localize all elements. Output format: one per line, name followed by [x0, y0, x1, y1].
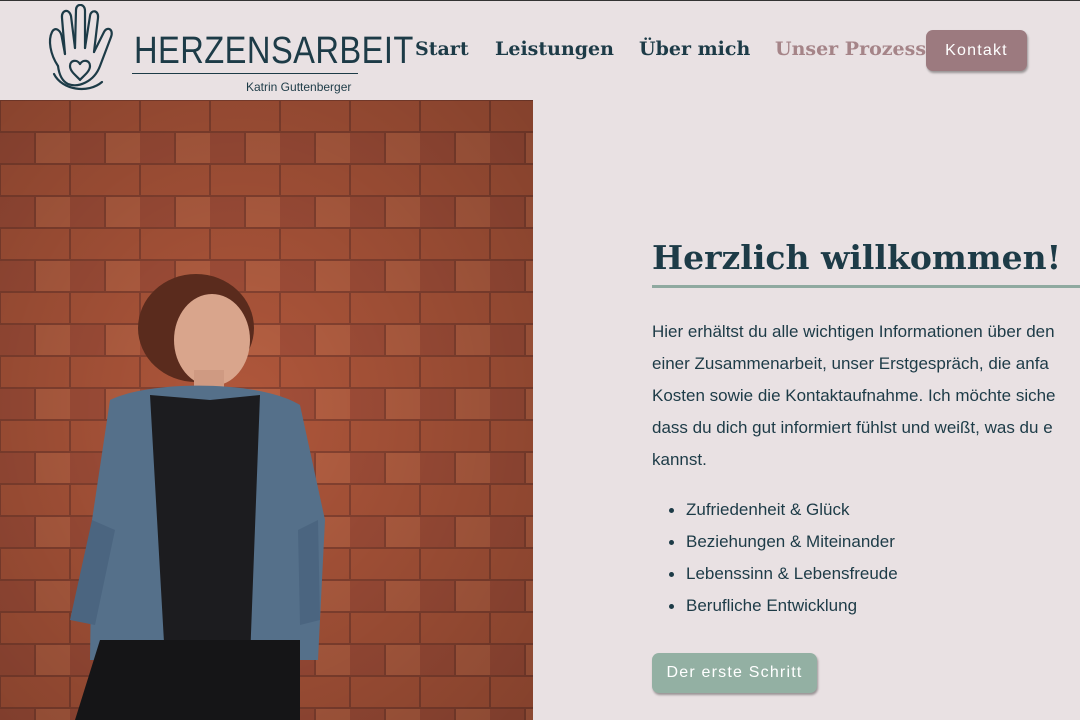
- intro-line: Kosten sowie die Kontaktaufnahme. Ich mö…: [652, 386, 1056, 405]
- list-item: Berufliche Entwicklung: [669, 590, 898, 622]
- site-header: HERZENSARBEIT Katrin Guttenberger Start …: [0, 0, 1080, 100]
- intro-line: Hier erhältst du alle wichtigen Informat…: [652, 322, 1055, 341]
- list-item: Zufriedenheit & Glück: [669, 494, 898, 526]
- nav-item-ueber-mich[interactable]: Über mich: [639, 38, 750, 60]
- nav-item-unser-prozess[interactable]: Unser Prozess: [775, 38, 926, 60]
- list-item: Beziehungen & Miteinander: [669, 526, 898, 558]
- first-step-button[interactable]: Der erste Schritt: [652, 653, 817, 693]
- list-item: Lebenssinn & Lebensfreude: [669, 558, 898, 590]
- intro-text: Hier erhältst du alle wichtigen Informat…: [652, 316, 1080, 476]
- hero-portrait-image: [0, 100, 533, 720]
- logo-subtitle: Katrin Guttenberger: [246, 80, 352, 94]
- nav-item-start[interactable]: Start: [415, 38, 469, 60]
- intro-line: dass du dich gut informiert fühlst und w…: [652, 418, 1053, 437]
- logo-divider: [132, 73, 358, 74]
- intro-line: kannst.: [652, 450, 707, 469]
- welcome-title: Herzlich willkommen!: [652, 238, 1062, 277]
- main-nav: Start Leistungen Über mich Unser Prozess: [0, 38, 1080, 64]
- nav-item-leistungen[interactable]: Leistungen: [495, 38, 614, 60]
- benefits-list: Zufriedenheit & Glück Beziehungen & Mite…: [669, 494, 898, 622]
- contact-button[interactable]: Kontakt: [926, 30, 1027, 71]
- intro-line: einer Zusammenarbeit, unser Erstgespräch…: [652, 354, 1049, 373]
- welcome-section: Herzlich willkommen! Hier erhältst du al…: [652, 230, 1080, 615]
- title-underline: [652, 285, 1080, 288]
